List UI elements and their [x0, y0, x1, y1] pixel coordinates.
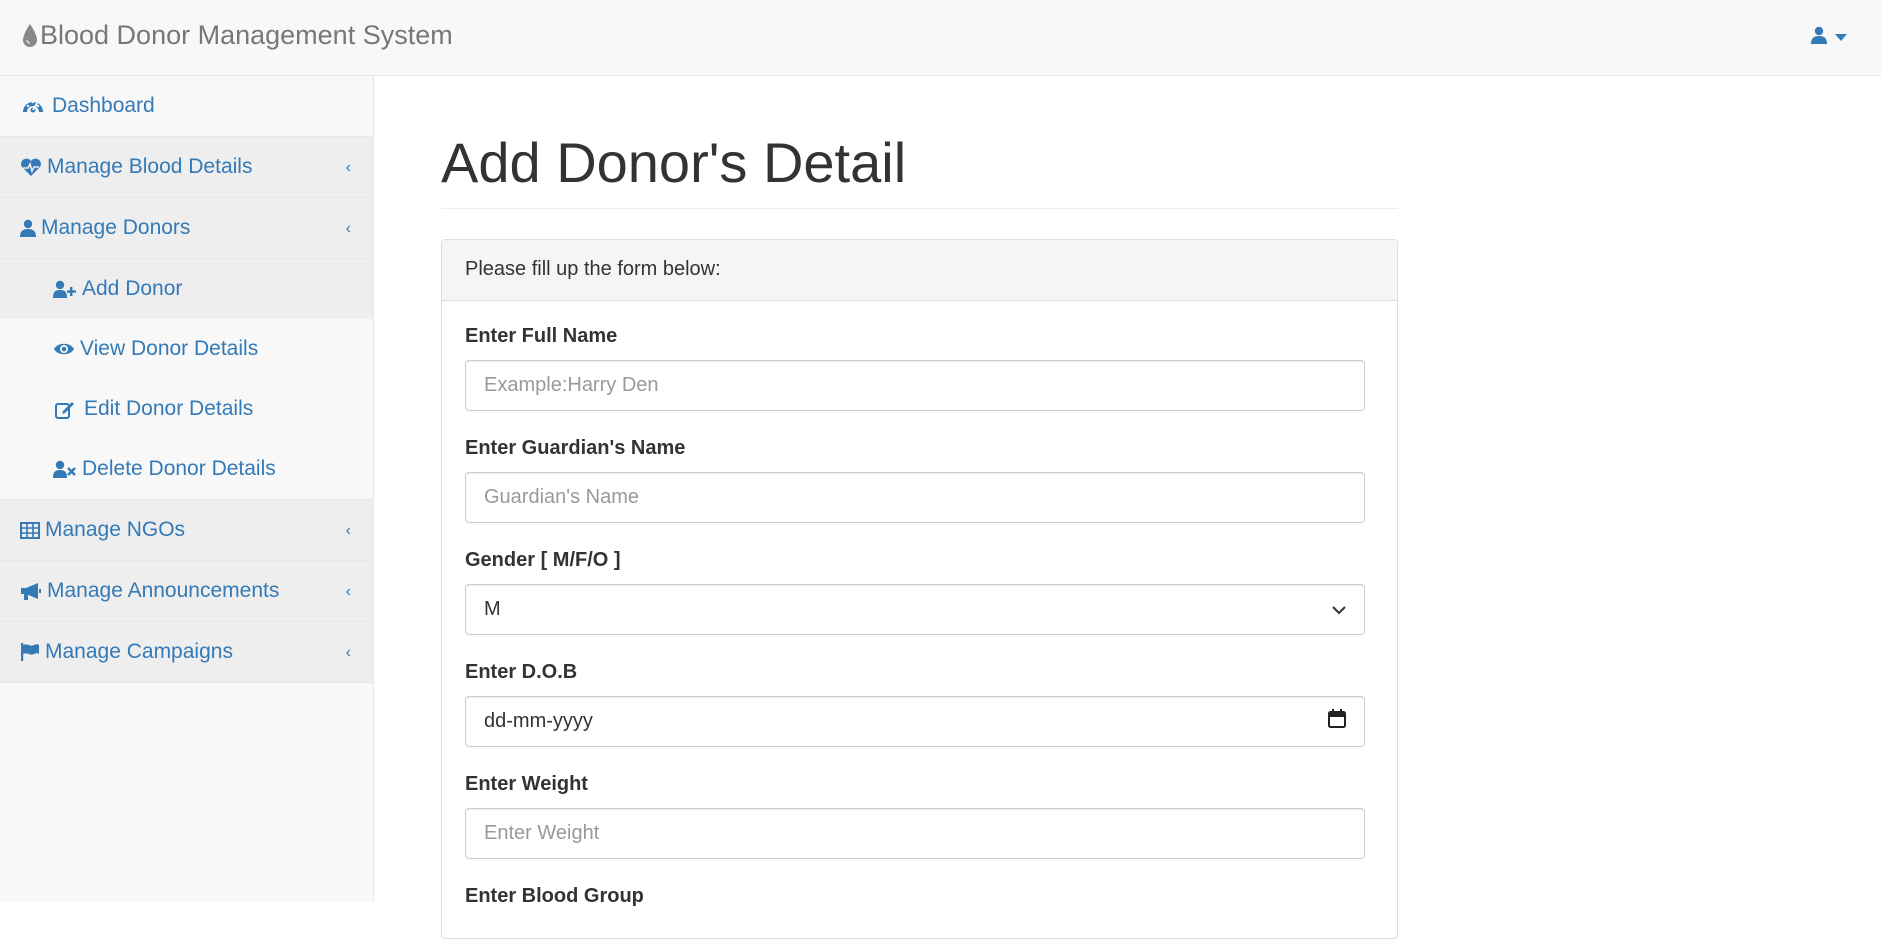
brand[interactable]: Blood Donor Management System — [22, 20, 453, 51]
chevron-down-icon — [1332, 598, 1346, 621]
form-group-weight: Enter Weight — [465, 773, 1365, 859]
brand-title: Blood Donor Management System — [40, 20, 453, 50]
sidebar-subitem-edit-donor-details[interactable]: Edit Donor Details — [0, 379, 373, 439]
sidebar-subitem-label: View Donor Details — [80, 337, 259, 360]
guardian-name-input[interactable] — [465, 471, 1365, 523]
sidebar-subitem-add-donor[interactable]: Add Donor — [0, 259, 373, 319]
top-navbar: Blood Donor Management System — [0, 0, 1881, 76]
eye-icon — [53, 341, 75, 357]
dob-value: dd-mm-yyyy — [484, 709, 593, 732]
form-panel: Please fill up the form below: Enter Ful… — [441, 238, 1398, 939]
sidebar-item-manage-announcements[interactable]: Manage Announcements ‹ — [0, 561, 373, 622]
caret-down-icon — [1835, 29, 1847, 47]
guardian-name-label: Enter Guardian's Name — [465, 436, 686, 459]
gender-label: Gender [ M/F/O ] — [465, 548, 621, 571]
table-icon — [20, 521, 40, 539]
chevron-left-icon: ‹ — [345, 583, 351, 600]
form-group-full-name: Enter Full Name — [465, 325, 1365, 411]
sidebar-item-label: Manage Blood Details — [47, 155, 253, 178]
user-times-icon — [53, 460, 77, 478]
chevron-left-icon: ‹ — [345, 522, 351, 539]
sidebar: Dashboard Manage Blood Details ‹ Manage … — [0, 76, 374, 902]
sidebar-item-label: Manage Campaigns — [45, 640, 233, 663]
user-icon — [1811, 26, 1827, 49]
sidebar-subitem-label: Delete Donor Details — [82, 457, 276, 480]
form-group-guardian: Enter Guardian's Name — [465, 437, 1365, 523]
user-icon — [20, 219, 36, 237]
user-menu-toggle[interactable] — [1811, 26, 1847, 49]
blood-group-label: Enter Blood Group — [465, 884, 644, 907]
weight-label: Enter Weight — [465, 772, 588, 795]
edit-icon — [55, 400, 75, 419]
weight-input[interactable] — [465, 807, 1365, 859]
full-name-label: Enter Full Name — [465, 324, 618, 347]
flag-icon — [20, 643, 40, 661]
sidebar-item-dashboard[interactable]: Dashboard — [0, 76, 373, 137]
sidebar-subitem-view-donor-details[interactable]: View Donor Details — [0, 319, 373, 379]
chevron-left-icon: ‹ — [345, 644, 351, 661]
sidebar-item-manage-ngos[interactable]: Manage NGOs ‹ — [0, 500, 373, 561]
blood-drop-icon — [22, 23, 38, 49]
form-group-blood-group: Enter Blood Group — [465, 885, 1365, 908]
calendar-icon[interactable] — [1328, 708, 1346, 734]
gender-select[interactable]: M — [465, 583, 1365, 635]
donor-submenu: Add Donor View Donor Details Edit Donor … — [0, 259, 373, 500]
sidebar-item-label: Manage Announcements — [47, 579, 280, 602]
form-group-gender: Gender [ M/F/O ] M — [465, 549, 1365, 635]
heartbeat-icon — [20, 158, 42, 177]
dob-label: Enter D.O.B — [465, 660, 578, 683]
dashboard-icon — [22, 97, 44, 115]
chevron-left-icon: ‹ — [345, 220, 351, 237]
sidebar-item-label: Manage NGOs — [45, 518, 186, 541]
sidebar-item-manage-blood-details[interactable]: Manage Blood Details ‹ — [0, 137, 373, 198]
bullhorn-icon — [20, 582, 42, 600]
full-name-input[interactable] — [465, 359, 1365, 411]
sidebar-subitem-delete-donor-details[interactable]: Delete Donor Details — [0, 439, 373, 499]
gender-selected-value: M — [484, 597, 501, 620]
main-content: Add Donor's Detail Please fill up the fo… — [441, 76, 1398, 939]
sidebar-subitem-label: Add Donor — [82, 277, 183, 300]
page-title: Add Donor's Detail — [441, 132, 1398, 209]
sidebar-item-manage-campaigns[interactable]: Manage Campaigns ‹ — [0, 622, 373, 683]
panel-heading: Please fill up the form below: — [442, 239, 1397, 301]
sidebar-item-manage-donors[interactable]: Manage Donors ‹ — [0, 198, 373, 259]
sidebar-item-label: Manage Donors — [41, 216, 191, 239]
chevron-left-icon: ‹ — [345, 159, 351, 176]
sidebar-item-label: Dashboard — [52, 94, 155, 117]
sidebar-subitem-label: Edit Donor Details — [84, 397, 254, 420]
user-plus-icon — [53, 280, 77, 298]
panel-body: Enter Full Name Enter Guardian's Name Ge… — [442, 301, 1397, 908]
form-group-dob: Enter D.O.B dd-mm-yyyy — [465, 661, 1365, 747]
dob-input[interactable]: dd-mm-yyyy — [465, 695, 1365, 747]
